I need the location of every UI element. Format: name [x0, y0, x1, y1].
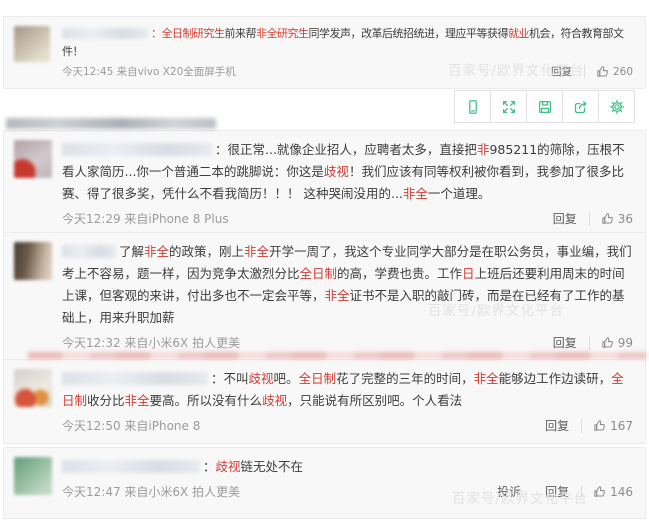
user-avatar[interactable] — [14, 26, 50, 62]
like-button[interactable]: 146 — [581, 485, 633, 499]
username-blurred[interactable] — [62, 28, 148, 39]
comment-text-segment: 很正常...就像企业招人，应聘者太多，直接把 — [228, 142, 477, 157]
comment-text-segment: 一个道理。 — [428, 186, 491, 201]
comment-card: ：不叫歧视吧。全日制花了完整的三年的时间，非全能够边工作边读研，全日制收分比非全… — [3, 359, 646, 444]
keyword-highlight: 日 — [462, 266, 475, 281]
comment-text: ：不叫歧视吧。全日制花了完整的三年的时间，非全能够边工作边读研，全日制收分比非全… — [62, 368, 633, 412]
comment-meta: 今天12:50 来自iPhone 8 — [62, 417, 545, 434]
comment-text-segment: 要高。所以没有什么 — [150, 393, 263, 408]
keyword-highlight: 非全 — [474, 371, 499, 386]
keyword-highlight: 非 — [477, 142, 490, 157]
keyword-highlight: 非全研究生 — [256, 27, 309, 40]
like-count: 146 — [610, 485, 633, 499]
comment-text-segment: 了解 — [119, 244, 144, 259]
share-button[interactable] — [562, 90, 599, 123]
comment-text-segment: ： — [215, 142, 228, 157]
thumb-up-icon — [601, 212, 614, 225]
comment-text-segment: 花了完整的三年的时间， — [336, 371, 474, 386]
share-icon — [573, 99, 589, 115]
comment-text: ：歧视链无处不在 — [62, 456, 633, 478]
like-count: 167 — [610, 419, 633, 433]
reply-button[interactable]: 回复 — [545, 483, 569, 500]
reply-button[interactable]: 回复 — [553, 210, 577, 227]
mobile-view-button[interactable] — [454, 90, 491, 123]
comment-text: 了解非全的政策，刚上非全开学一周了，我这个专业同学大部分是在职公务员，事业编，我… — [62, 241, 633, 329]
annotation-toolbar — [455, 90, 635, 123]
like-count: 260 — [613, 66, 633, 78]
keyword-highlight: 非全 — [244, 244, 269, 259]
comment-text-segment: 同学发声，改革后统招统进，理应平等获得 — [309, 27, 509, 40]
keyword-highlight: 非全 — [125, 393, 150, 408]
comment-text-segment: ： — [203, 459, 216, 474]
comment-text-segment: ，只能说有所区别吧。个人看法 — [287, 393, 462, 408]
thumb-up-icon — [593, 419, 606, 432]
comment-meta: 今天12:32 来自小米6X 拍人更美 — [62, 334, 553, 351]
user-avatar[interactable] — [14, 457, 52, 495]
keyword-highlight: 非全 — [403, 186, 428, 201]
user-avatar[interactable] — [14, 369, 52, 407]
comment-card: 了解非全的政策，刚上非全开学一周了，我这个专业同学大部分是在职公务员，事业编，我… — [3, 232, 646, 361]
username-blurred[interactable] — [62, 245, 116, 258]
keyword-highlight: 非全 — [144, 244, 169, 259]
keyword-highlight: 全日制 — [299, 371, 337, 386]
keyword-highlight: 非全 — [325, 288, 350, 303]
comment-text-segment: 的政策，刚上 — [169, 244, 244, 259]
reply-button[interactable]: 回复 — [545, 417, 569, 434]
like-count: 36 — [618, 212, 633, 226]
blurred-text-strip — [6, 118, 216, 129]
comment-text: ：很正常...就像企业招人，应聘者太多，直接把非985211的筛除，压根不看人家… — [62, 139, 633, 205]
comment-text-segment: 链无处不在 — [241, 459, 304, 474]
comment-meta: 今天12:47 来自小米6X 拍人更美 — [62, 483, 497, 500]
fullscreen-icon — [501, 99, 517, 115]
like-button[interactable]: 36 — [589, 212, 633, 226]
username-blurred[interactable] — [62, 460, 200, 473]
thumb-up-icon — [593, 485, 606, 498]
keyword-highlight: ： — [151, 27, 162, 40]
reply-button[interactable]: 回复 — [551, 64, 572, 79]
mobile-icon — [465, 99, 481, 115]
like-button[interactable]: 260 — [584, 65, 633, 78]
comment-text-segment: 吧。 — [274, 371, 299, 386]
thumb-up-icon — [596, 65, 609, 78]
comment-text-segment: ： — [211, 371, 224, 386]
keyword-highlight: 全日制研究生 — [162, 27, 225, 40]
comment-card: ：歧视链无处不在 今天12:47 来自小米6X 拍人更美 投诉 回复 146 — [3, 447, 646, 519]
like-button[interactable]: 167 — [581, 419, 633, 433]
save-icon — [537, 99, 553, 115]
comment-text-segment: 不叫 — [224, 371, 249, 386]
username-blurred[interactable] — [62, 143, 212, 156]
keyword-highlight: 歧视 — [216, 459, 241, 474]
comment-meta: 今天12:45 来自vivo X20全面屏手机 — [62, 64, 551, 79]
like-count: 99 — [618, 336, 633, 350]
comment-card: ：全日制研究生前来帮非全研究生同学发声，改革后统招统进，理应平等获得就业机会，符… — [3, 16, 646, 89]
comment-meta: 今天12:29 来自iPhone 8 Plus — [62, 210, 553, 227]
keyword-highlight: 就业 — [508, 27, 529, 40]
reply-button[interactable]: 回复 — [553, 334, 577, 351]
report-button[interactable]: 投诉 — [497, 483, 521, 500]
comment-text-segment: 收分比 — [87, 393, 125, 408]
user-avatar[interactable] — [14, 242, 52, 280]
keyword-highlight: 歧视 — [324, 164, 349, 179]
comment-card: ：很正常...就像企业招人，应聘者太多，直接把非985211的筛除，压根不看人家… — [3, 130, 646, 237]
thumb-up-icon — [601, 336, 614, 349]
save-button[interactable] — [526, 90, 563, 123]
keyword-highlight: 歧视 — [262, 393, 287, 408]
settings-icon — [609, 99, 625, 115]
blurred-redtext-strip — [28, 352, 646, 359]
fullscreen-button[interactable] — [490, 90, 527, 123]
comment-text: ：全日制研究生前来帮非全研究生同学发声，改革后统招统进，理应平等获得就业机会，符… — [62, 25, 633, 61]
keyword-highlight: 全日制 — [300, 266, 338, 281]
comment-section: ：全日制研究生前来帮非全研究生同学发声，改革后统招统进，理应平等获得就业机会，符… — [0, 0, 649, 532]
comment-text-segment: 的高，学费也贵。工作 — [337, 266, 462, 281]
username-blurred[interactable] — [62, 372, 208, 385]
comment-text-segment: 前来帮 — [225, 27, 257, 40]
keyword-highlight: 歧视 — [249, 371, 274, 386]
user-avatar[interactable] — [14, 140, 52, 178]
comment-text-segment: 能够边工作边读研， — [499, 371, 612, 386]
like-button[interactable]: 99 — [589, 336, 633, 350]
settings-button[interactable] — [598, 90, 635, 123]
